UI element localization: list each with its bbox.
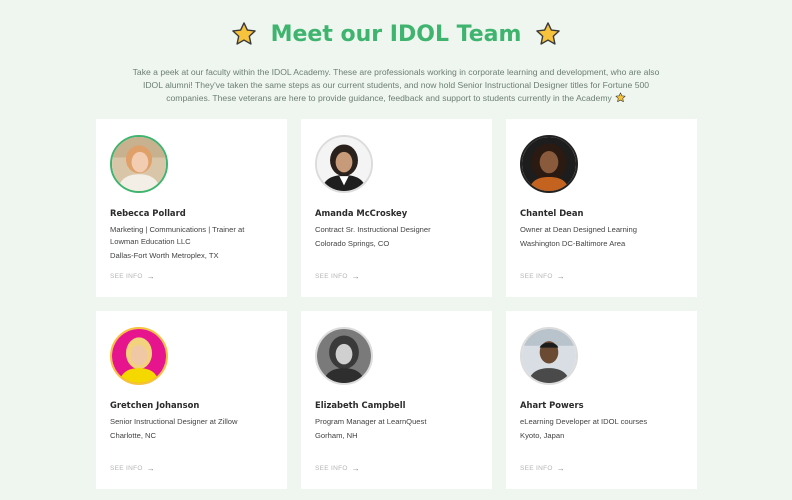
avatar-photo: [317, 329, 371, 383]
member-location: Washington DC-Baltimore Area: [520, 239, 626, 248]
intro-text: Take a peek at our faculty within the ID…: [132, 67, 660, 103]
see-info-label: SEE INFO: [110, 273, 143, 280]
avatar-photo: [112, 329, 166, 383]
member-role: Senior Instructional Designer at Zillow: [110, 417, 238, 426]
avatar: [315, 327, 373, 385]
arrow-right-icon: →: [146, 464, 156, 473]
team-card: Ahart Powers eLearning Developer at IDOL…: [506, 311, 697, 489]
avatar: [110, 327, 168, 385]
see-info-link[interactable]: SEE INFO →: [110, 464, 155, 473]
member-role: Program Manager at LearnQuest: [315, 417, 427, 426]
avatar-photo: [317, 137, 371, 191]
member-location: Colorado Springs, CO: [315, 239, 390, 248]
arrow-right-icon: →: [146, 272, 156, 281]
team-card: Gretchen Johanson Senior Instructional D…: [96, 311, 287, 489]
see-info-link[interactable]: SEE INFO →: [315, 272, 360, 281]
star-icon: [536, 22, 561, 45]
avatar-photo: [112, 137, 166, 191]
member-name: Elizabeth Campbell: [315, 400, 406, 410]
avatar: [315, 135, 373, 193]
team-card: Elizabeth Campbell Program Manager at Le…: [301, 311, 492, 489]
see-info-link[interactable]: SEE INFO →: [315, 464, 360, 473]
member-role: eLearning Developer at IDOL courses: [520, 417, 648, 426]
star-icon: [615, 92, 626, 103]
see-info-link[interactable]: SEE INFO →: [520, 464, 565, 473]
member-role: Contract Sr. Instructional Designer: [315, 225, 431, 234]
see-info-link[interactable]: SEE INFO →: [520, 272, 565, 281]
see-info-label: SEE INFO: [315, 273, 348, 280]
member-location: Dallas-Fort Worth Metroplex, TX: [110, 251, 219, 260]
member-location: Kyoto, Japan: [520, 431, 565, 440]
member-name: Gretchen Johanson: [110, 400, 200, 410]
avatar-photo: [522, 137, 576, 191]
member-location: Gorham, NH: [315, 431, 358, 440]
page-title: Meet our IDOL Team: [270, 21, 522, 47]
see-info-label: SEE INFO: [520, 273, 553, 280]
member-name: Rebecca Pollard: [110, 208, 186, 218]
avatar-photo: [522, 329, 576, 383]
avatar: [520, 327, 578, 385]
page-header: Meet our IDOL Team Take a peek at our fa…: [0, 14, 792, 105]
member-location: Charlotte, NC: [110, 431, 157, 440]
see-info-label: SEE INFO: [110, 465, 143, 472]
see-info-label: SEE INFO: [315, 465, 348, 472]
member-name: Chantel Dean: [520, 208, 584, 218]
avatar: [110, 135, 168, 193]
intro-paragraph: Take a peek at our faculty within the ID…: [126, 66, 666, 105]
member-name: Ahart Powers: [520, 400, 584, 410]
member-role: Owner at Dean Designed Learning: [520, 225, 637, 234]
see-info-label: SEE INFO: [520, 465, 553, 472]
arrow-right-icon: →: [351, 464, 361, 473]
team-card: Chantel Dean Owner at Dean Designed Lear…: [506, 119, 697, 297]
team-card: Amanda McCroskey Contract Sr. Instructio…: [301, 119, 492, 297]
title-row: Meet our IDOL Team: [0, 14, 792, 54]
member-name: Amanda McCroskey: [315, 208, 408, 218]
arrow-right-icon: →: [351, 272, 361, 281]
arrow-right-icon: →: [556, 464, 566, 473]
see-info-link[interactable]: SEE INFO →: [110, 272, 155, 281]
arrow-right-icon: →: [556, 272, 566, 281]
team-grid: Rebecca Pollard Marketing | Communicatio…: [96, 119, 697, 489]
member-role: Marketing | Communications | Trainer at …: [110, 225, 245, 246]
star-icon: [231, 22, 256, 45]
avatar: [520, 135, 578, 193]
team-card: Rebecca Pollard Marketing | Communicatio…: [96, 119, 287, 297]
